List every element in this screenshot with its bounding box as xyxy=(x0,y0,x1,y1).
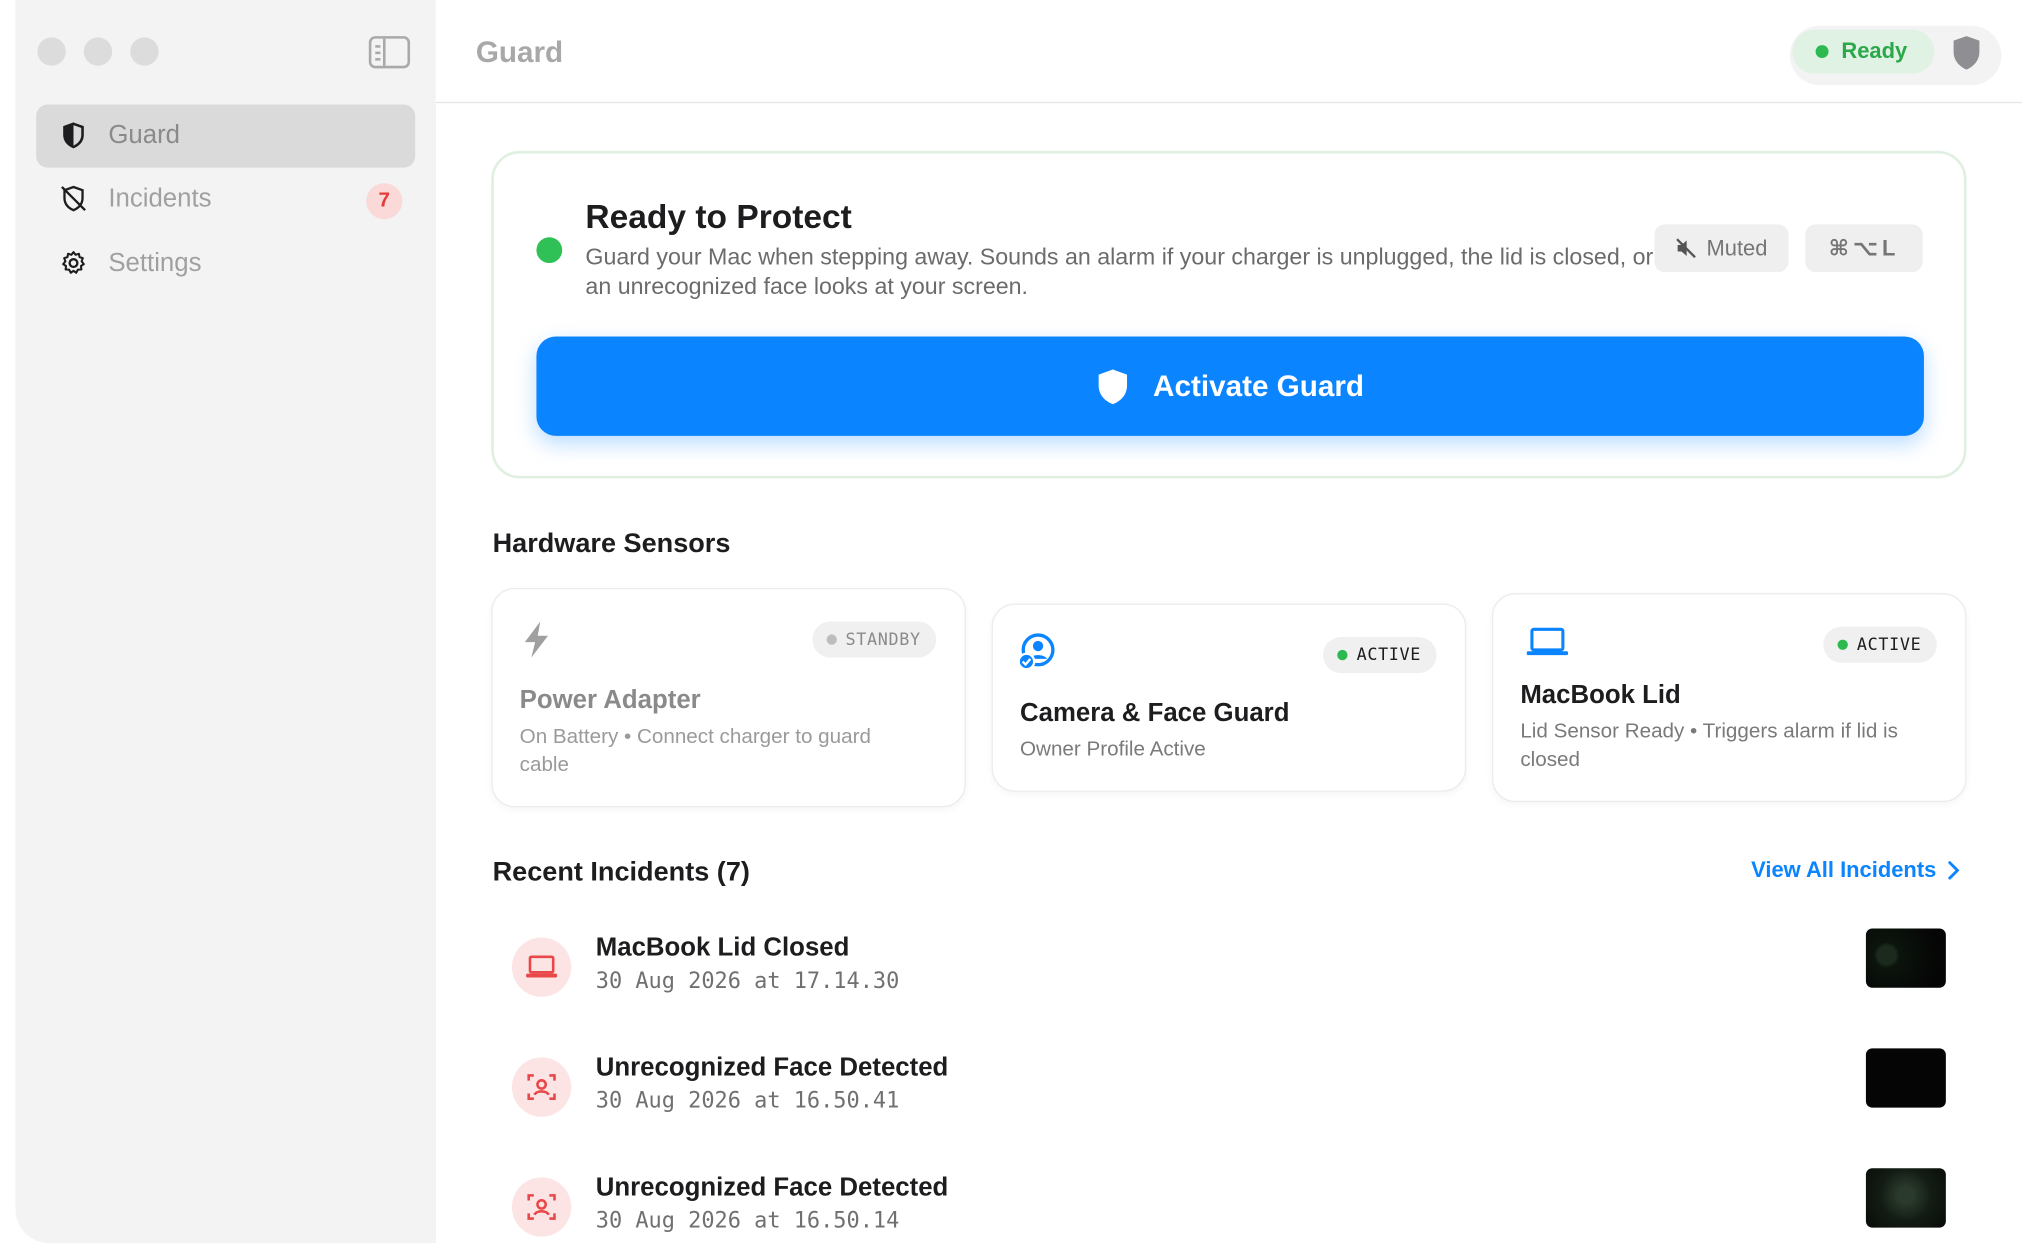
incident-snapshot-thumbnail[interactable] xyxy=(1865,1048,1946,1108)
incident-icon xyxy=(511,1177,572,1237)
incident-time: 30 Aug 2026 at 16.50.41 xyxy=(595,1088,900,1115)
protect-description: Guard your Mac when stepping away. Sound… xyxy=(585,243,1654,300)
sidebar-item-label: Guard xyxy=(108,121,181,150)
ready-indicator xyxy=(536,237,563,264)
speaker-muted-icon xyxy=(1676,238,1697,259)
incident-time: 30 Aug 2026 at 16.50.14 xyxy=(595,1208,900,1235)
status-text: Ready xyxy=(1841,38,1908,64)
status-dot xyxy=(1815,45,1829,59)
incident-title: MacBook Lid Closed xyxy=(595,933,850,962)
gear-icon xyxy=(62,251,85,274)
window-zoom-button[interactable] xyxy=(130,37,159,66)
sensor-status-text: STANDBY xyxy=(845,629,921,650)
activate-guard-label: Activate Guard xyxy=(1153,368,1365,403)
window-minimize-button[interactable] xyxy=(83,37,113,66)
sidebar-item-guard[interactable]: Guard xyxy=(36,104,416,168)
activate-guard-button[interactable]: Activate Guard xyxy=(536,336,1924,436)
sidebar-item-label: Settings xyxy=(108,248,202,278)
window-close-button[interactable] xyxy=(37,37,66,66)
sidebar-item-settings[interactable]: Settings xyxy=(36,232,415,295)
status-dot xyxy=(1337,649,1348,661)
status-dot xyxy=(826,634,837,645)
incident-icon xyxy=(511,937,572,997)
incidents-count-badge: 7 xyxy=(366,183,403,220)
status-badge: Ready xyxy=(1792,29,1935,74)
sensor-name: Power Adapter xyxy=(519,686,701,715)
page-title: Guard xyxy=(475,34,564,69)
face-scan-icon xyxy=(527,1194,556,1220)
sensor-card-power-adapter[interactable]: STANDBY Power Adapter On Battery • Conne… xyxy=(491,588,966,808)
shield-half-icon xyxy=(63,122,84,149)
hardware-sensors-heading: Hardware Sensors xyxy=(492,528,731,559)
sensor-status-badge: ACTIVE xyxy=(1323,637,1437,674)
sensor-detail: Lid Sensor Ready • Triggers alarm if lid… xyxy=(1520,720,1898,772)
laptop-icon xyxy=(526,955,558,978)
sensor-status-text: ACTIVE xyxy=(1356,645,1422,665)
chevron-right-icon xyxy=(1947,861,1959,880)
incident-title: Unrecognized Face Detected xyxy=(595,1173,949,1202)
incident-snapshot-thumbnail[interactable] xyxy=(1865,928,1946,988)
sidebar-toggle-icon[interactable] xyxy=(368,36,411,69)
face-scan-icon xyxy=(527,1074,556,1100)
sensor-card-macbook-lid[interactable]: ACTIVE MacBook Lid Lid Sensor Ready • Tr… xyxy=(1491,593,1967,803)
view-all-label: View All Incidents xyxy=(1751,857,1937,883)
sensor-detail: On Battery • Connect charger to guard ca… xyxy=(519,725,871,777)
sidebar-item-incidents[interactable]: Incidents 7 xyxy=(36,168,415,231)
sidebar-item-label: Incidents xyxy=(108,184,212,213)
incident-row[interactable]: Unrecognized Face Detected 30 Aug 2026 a… xyxy=(493,1168,1967,1258)
shield-icon xyxy=(1098,368,1128,404)
protect-card: Ready to Protect Guard your Mac when ste… xyxy=(491,150,1967,479)
sensor-status-text: ACTIVE xyxy=(1856,635,1922,655)
shield-icon[interactable] xyxy=(1951,35,1982,71)
shield-slash-icon xyxy=(61,185,86,212)
toolbar: Guard Ready xyxy=(435,0,2022,104)
incident-row[interactable]: MacBook Lid Closed 30 Aug 2026 at 17.14.… xyxy=(493,928,1967,1018)
sensor-status-badge: ACTIVE xyxy=(1823,626,1937,663)
incident-snapshot-thumbnail[interactable] xyxy=(1865,1168,1946,1228)
bolt-icon xyxy=(524,621,549,658)
incident-icon xyxy=(511,1057,572,1117)
incident-title: Unrecognized Face Detected xyxy=(595,1053,949,1082)
incident-time: 30 Aug 2026 at 17.14.30 xyxy=(595,968,900,995)
mute-toggle-button[interactable]: Muted xyxy=(1654,224,1789,273)
status-dot xyxy=(1837,639,1848,650)
sensor-status-badge: STANDBY xyxy=(812,621,937,658)
face-check-icon xyxy=(1017,633,1055,671)
sensor-detail: Owner Profile Active xyxy=(1019,738,1206,761)
sensor-card-camera-face-guard[interactable]: ACTIVE Camera & Face Guard Owner Profile… xyxy=(991,603,1467,792)
keyboard-shortcut: ⌘⌥L xyxy=(1805,224,1923,273)
sensor-name: MacBook Lid xyxy=(1520,680,1681,710)
sensor-name: Camera & Face Guard xyxy=(1019,698,1290,728)
protect-title: Ready to Protect xyxy=(585,197,852,236)
recent-incidents-heading: Recent Incidents (7) xyxy=(492,857,750,888)
incident-row[interactable]: Unrecognized Face Detected 30 Aug 2026 a… xyxy=(493,1048,1967,1138)
app-window: Guard Incidents 7 Settings Guard Ready R… xyxy=(0,0,2022,1258)
mute-label: Muted xyxy=(1706,235,1768,260)
laptop-icon xyxy=(1526,627,1569,656)
view-all-incidents-link[interactable]: View All Incidents xyxy=(1751,858,1959,884)
